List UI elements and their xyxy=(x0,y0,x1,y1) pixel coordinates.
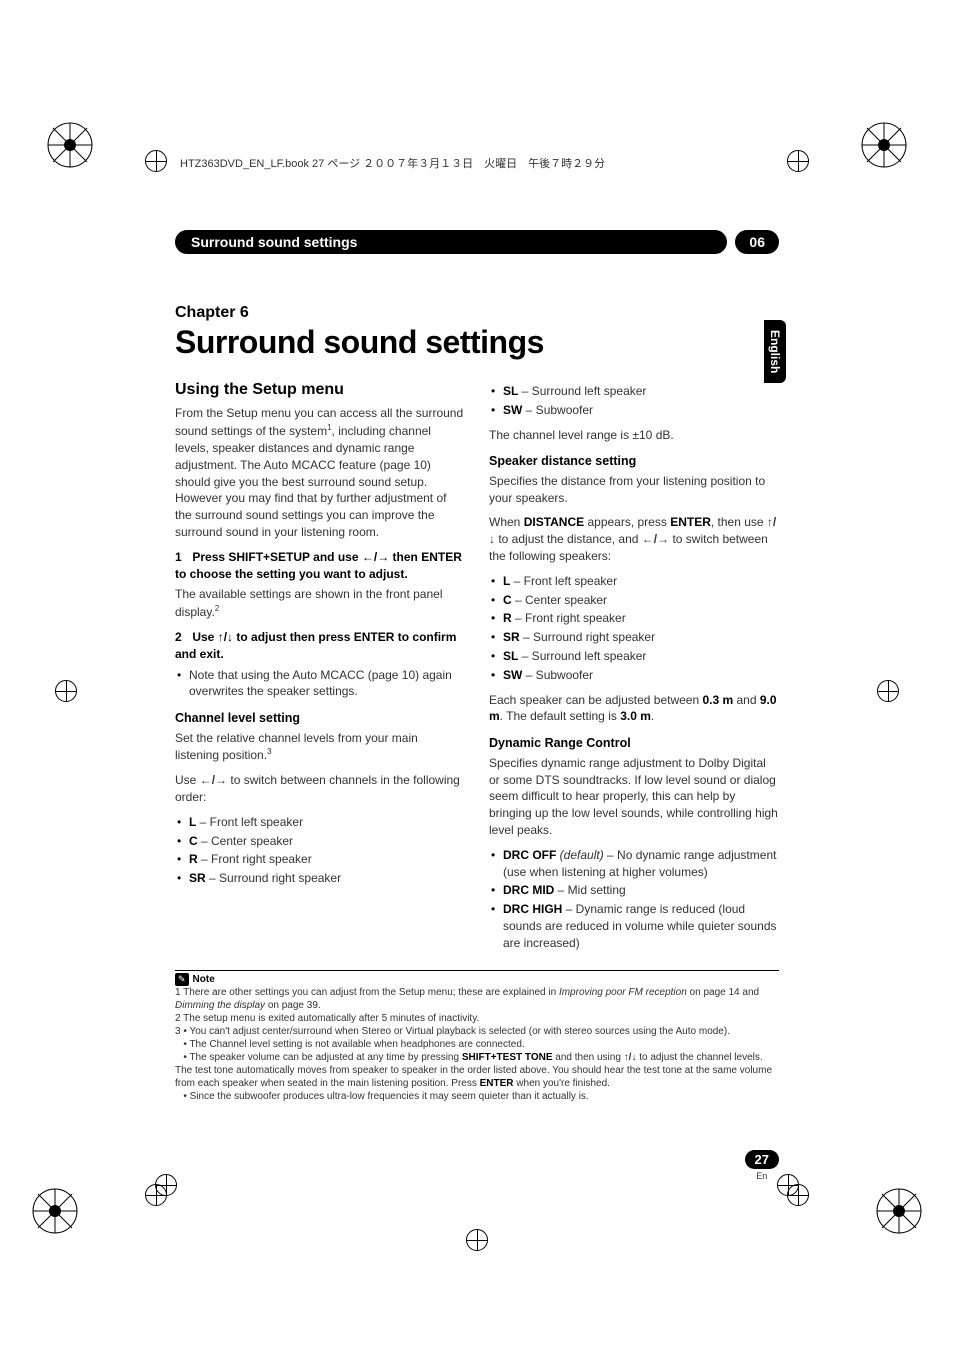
corner-star-icon xyxy=(859,120,909,170)
step-2: 2 Use ↑/↓ to adjust then press ENTER to … xyxy=(175,629,465,663)
note-icon: ✎ xyxy=(175,973,189,987)
channel-use: Use ←/→ to switch between channels in th… xyxy=(175,772,465,806)
section-title: Surround sound settings xyxy=(175,230,727,254)
note-heading: Note xyxy=(193,974,215,985)
step-1: 1 Press SHIFT+SETUP and use ←/→ then ENT… xyxy=(175,549,465,583)
drc-list: DRC OFF (default) – No dynamic range adj… xyxy=(489,847,779,952)
distance-when: When DISTANCE appears, press ENTER, then… xyxy=(489,514,779,564)
list-item: DRC OFF (default) – No dynamic range adj… xyxy=(503,847,779,881)
list-item: DRC MID – Mid setting xyxy=(503,882,779,899)
left-column: Using the Setup menu From the Setup menu… xyxy=(175,379,465,960)
registration-mark xyxy=(466,1229,488,1251)
heading-using-setup: Using the Setup menu xyxy=(175,379,465,401)
left-right-arrows-icon: ←/→ xyxy=(642,532,669,546)
channel-range: The channel level range is ±10 dB. xyxy=(489,427,779,444)
registration-mark xyxy=(877,680,899,702)
chapter-number-badge: 06 xyxy=(735,230,779,254)
intro-paragraph: From the Setup menu you can access all t… xyxy=(175,405,465,540)
left-right-arrows-icon: ←/→ xyxy=(362,550,389,564)
page-number-value: 27 xyxy=(745,1150,779,1169)
heading-drc: Dynamic Range Control xyxy=(489,735,779,753)
registration-mark xyxy=(55,680,77,702)
registration-mark xyxy=(787,150,809,172)
print-metadata: HTZ363DVD_EN_LF.book 27 ページ ２００７年３月１３日 火… xyxy=(180,155,605,171)
page-number-lang: En xyxy=(745,1171,779,1181)
registration-mark xyxy=(777,1174,799,1196)
page-number: 27 En xyxy=(745,1150,779,1181)
registration-mark xyxy=(145,150,167,172)
channel-list: L – Front left speaker C – Center speaker… xyxy=(175,814,465,887)
footnotes: ✎Note 1 There are other settings you can… xyxy=(175,970,779,1104)
list-item: SL – Surround left speaker xyxy=(503,383,779,400)
heading-channel-level: Channel level setting xyxy=(175,710,465,728)
page-content: Surround sound settings 06 Chapter 6 Sur… xyxy=(175,200,779,1103)
list-item: SW – Subwoofer xyxy=(503,667,779,684)
drc-intro: Specifies dynamic range adjustment to Do… xyxy=(489,755,779,839)
up-down-arrows-icon: ↑/↓ xyxy=(218,630,233,644)
distance-list: L – Front left speaker C – Center speaker… xyxy=(489,573,779,684)
list-item: R – Front right speaker xyxy=(189,851,465,868)
right-column: SL – Surround left speaker SW – Subwoofer… xyxy=(489,379,779,960)
heading-speaker-distance: Speaker distance setting xyxy=(489,453,779,471)
distance-intro: Specifies the distance from your listeni… xyxy=(489,473,779,507)
list-item: R – Front right speaker xyxy=(503,610,779,627)
section-header: Surround sound settings 06 xyxy=(175,230,779,254)
corner-star-icon xyxy=(45,120,95,170)
list-item: C – Center speaker xyxy=(189,833,465,850)
channel-intro: Set the relative channel levels from you… xyxy=(175,730,465,765)
list-item: L – Front left speaker xyxy=(503,573,779,590)
step-1-description: The available settings are shown in the … xyxy=(175,586,465,621)
list-item: SW – Subwoofer xyxy=(503,402,779,419)
corner-star-icon xyxy=(874,1186,924,1236)
step-2-note-list: Note that using the Auto MCACC (page 10)… xyxy=(175,667,465,701)
list-item: SR – Surround right speaker xyxy=(503,629,779,646)
list-item: Note that using the Auto MCACC (page 10)… xyxy=(189,667,465,701)
corner-star-icon xyxy=(30,1186,80,1236)
chapter-label: Chapter 6 xyxy=(175,304,779,322)
registration-mark xyxy=(155,1174,177,1196)
up-down-arrows-icon: ↑/↓ xyxy=(624,1052,637,1063)
list-item: SR – Surround right speaker xyxy=(189,870,465,887)
list-item: C – Center speaker xyxy=(503,592,779,609)
list-item: DRC HIGH – Dynamic range is reduced (lou… xyxy=(503,901,779,951)
list-item: SL – Surround left speaker xyxy=(503,648,779,665)
list-item: L – Front left speaker xyxy=(189,814,465,831)
distance-range: Each speaker can be adjusted between 0.3… xyxy=(489,692,779,726)
left-right-arrows-icon: ←/→ xyxy=(200,773,227,787)
page-title: Surround sound settings xyxy=(175,324,779,361)
channel-list-cont: SL – Surround left speaker SW – Subwoofer xyxy=(489,383,779,419)
